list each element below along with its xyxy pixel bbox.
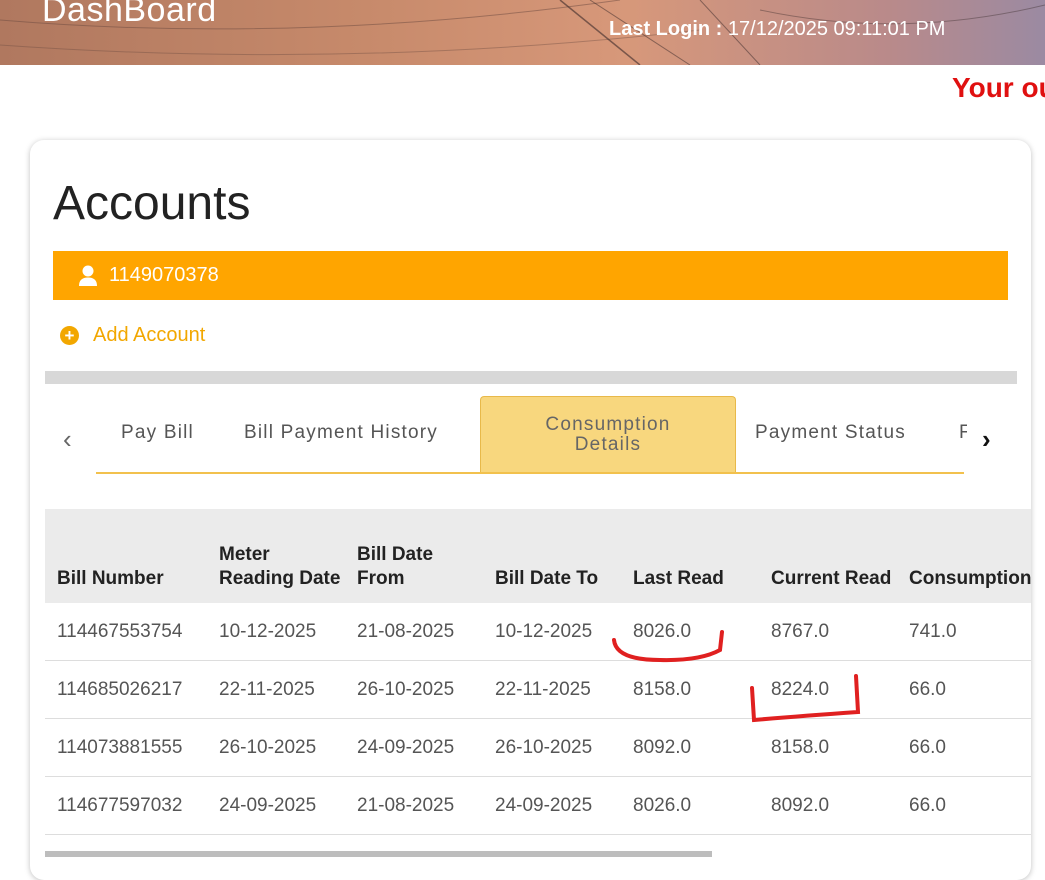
col-header-current-read: Current Read <box>759 509 897 603</box>
meter-reading-date-cell: 10-12-2025 <box>207 603 345 661</box>
bill-date-to-cell: 24-09-2025 <box>483 776 621 835</box>
tab-next[interactable]: F <box>959 422 967 444</box>
col-header-meter-reading-date: Meter Reading Date <box>207 509 345 603</box>
chevron-left-icon[interactable]: ‹ <box>63 424 72 455</box>
bill-number-cell: 114467553754 <box>45 603 207 661</box>
bill-date-from-cell: 24-09-2025 <box>345 718 483 777</box>
bill-date-from-cell: 21-08-2025 <box>345 776 483 835</box>
tab-consumption-details-label: Consumption Details <box>545 414 671 455</box>
table-row: 114685026217 22-11-2025 26-10-2025 22-11… <box>45 660 1031 719</box>
table-row: 114073881555 26-10-2025 24-09-2025 26-10… <box>45 718 1031 777</box>
bill-date-from-cell: 26-10-2025 <box>345 660 483 719</box>
horizontal-scrollbar[interactable] <box>45 851 712 857</box>
consumption-table-container[interactable]: Bill Number Meter Reading Date Bill Date… <box>45 509 1031 839</box>
tab-underline <box>96 472 964 474</box>
last-read-cell: 8026.0 <box>621 776 759 835</box>
table-row: 114677597032 24-09-2025 21-08-2025 24-09… <box>45 776 1031 835</box>
col-header-consumption: Consumption (KWH) <box>897 509 1031 603</box>
table-header-row: Bill Number Meter Reading Date Bill Date… <box>45 509 1031 603</box>
chevron-right-icon[interactable]: › <box>982 424 991 455</box>
col-header-bill-date-to: Bill Date To <box>483 509 621 603</box>
bill-number-cell: 114073881555 <box>45 718 207 777</box>
user-icon <box>78 265 98 287</box>
meter-reading-date-cell: 26-10-2025 <box>207 718 345 777</box>
current-read-cell: 8158.0 <box>759 718 897 777</box>
account-selector[interactable]: 1149070378 <box>53 251 1008 300</box>
consumption-cell: 741.0 <box>897 603 1031 661</box>
consumption-cell: 66.0 <box>897 718 1031 777</box>
table-row: 114467553754 10-12-2025 21-08-2025 10-12… <box>45 603 1031 661</box>
last-read-cell: 8026.0 <box>621 603 759 661</box>
last-login: Last Login : 17/12/2025 09:11:01 PM <box>609 18 945 41</box>
last-login-label: Last Login : <box>609 18 723 40</box>
current-read-cell: 8224.0 <box>759 660 897 719</box>
col-header-bill-date-from: Bill Date From <box>345 509 483 603</box>
accounts-card: Accounts 1149070378 + Add Account ‹ Pay … <box>30 140 1031 880</box>
add-account-link[interactable]: + Add Account <box>60 324 205 347</box>
page-title: Accounts <box>53 177 251 230</box>
last-read-cell: 8158.0 <box>621 660 759 719</box>
consumption-cell: 66.0 <box>897 776 1031 835</box>
current-read-cell: 8767.0 <box>759 603 897 661</box>
bill-number-cell: 114685026217 <box>45 660 207 719</box>
bill-date-to-cell: 22-11-2025 <box>483 660 621 719</box>
bill-date-to-cell: 10-12-2025 <box>483 603 621 661</box>
meter-reading-date-cell: 24-09-2025 <box>207 776 345 835</box>
consumption-cell: 66.0 <box>897 660 1031 719</box>
app-header: DashBoard Last Login : 17/12/2025 09:11:… <box>0 0 1045 65</box>
bill-date-from-cell: 21-08-2025 <box>345 603 483 661</box>
add-account-label: Add Account <box>93 324 206 346</box>
bill-date-to-cell: 26-10-2025 <box>483 718 621 777</box>
divider <box>45 371 1017 384</box>
tab-bill-payment-history[interactable]: Bill Payment History <box>244 422 438 444</box>
tab-payment-status[interactable]: Payment Status <box>755 422 906 444</box>
col-header-last-read: Last Read <box>621 509 759 603</box>
alert-marquee: Your ou <box>952 72 1045 103</box>
tab-pay-bill[interactable]: Pay Bill <box>121 422 194 444</box>
account-number: 1149070378 <box>109 264 219 286</box>
bill-number-cell: 114677597032 <box>45 776 207 835</box>
tab-consumption-details[interactable]: Consumption Details <box>480 396 736 473</box>
last-read-cell: 8092.0 <box>621 718 759 777</box>
meter-reading-date-cell: 22-11-2025 <box>207 660 345 719</box>
col-header-bill-number: Bill Number <box>45 509 207 603</box>
consumption-table: Bill Number Meter Reading Date Bill Date… <box>45 509 1031 835</box>
last-login-value: 17/12/2025 09:11:01 PM <box>727 18 946 40</box>
add-circle-icon: + <box>60 326 79 345</box>
app-title: DashBoard <box>42 0 217 29</box>
tab-bar: ‹ Pay Bill Bill Payment History Consumpt… <box>30 396 1031 476</box>
current-read-cell: 8092.0 <box>759 776 897 835</box>
